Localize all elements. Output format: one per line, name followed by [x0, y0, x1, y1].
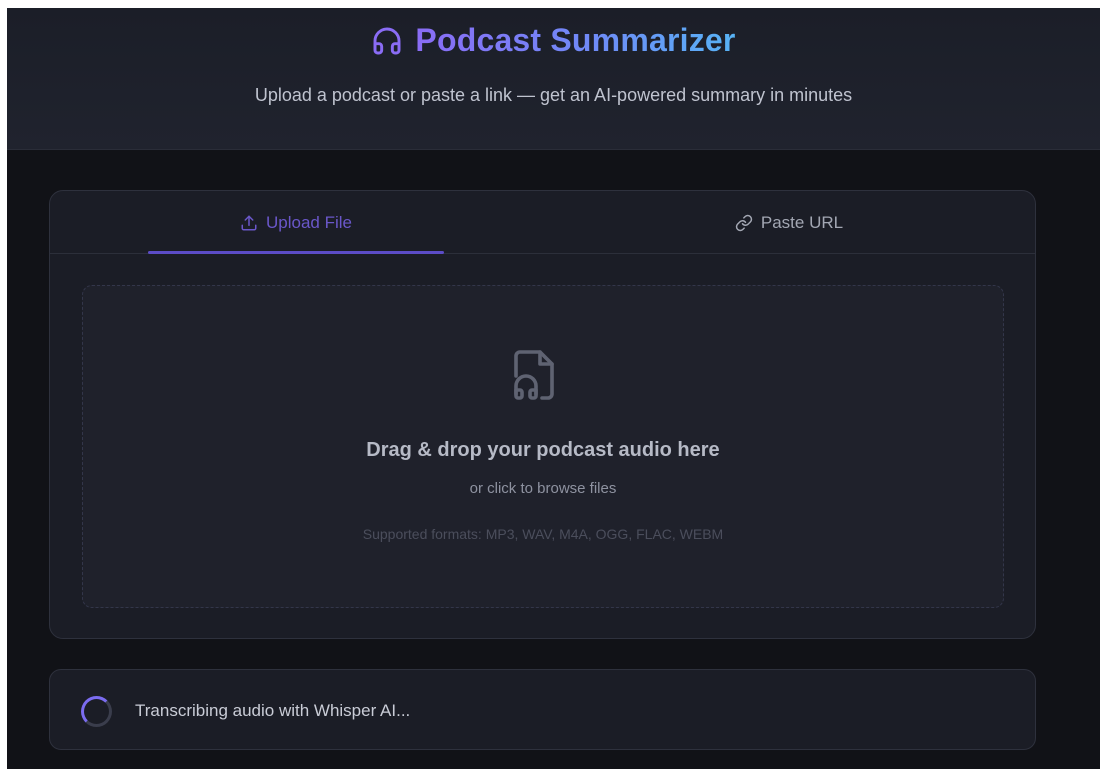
title-row: Podcast Summarizer	[7, 22, 1100, 59]
dropzone-subtitle: or click to browse files	[469, 480, 617, 497]
tab-upload-file-label: Upload File	[266, 212, 352, 232]
audio-file-icon	[514, 350, 554, 400]
status-text: Transcribing audio with Whisper AI...	[135, 701, 411, 720]
upload-icon	[241, 215, 257, 230]
tab-paste-url[interactable]: Paste URL	[641, 191, 937, 254]
page-header: Podcast Summarizer Upload a podcast or p…	[7, 8, 1100, 150]
tab-paste-url-label: Paste URL	[760, 212, 844, 232]
link-icon	[735, 214, 753, 231]
status-panel: Transcribing audio with Whisper AI...	[49, 669, 1036, 750]
input-tabs: Upload File Paste URL	[50, 191, 1035, 254]
spinner-icon	[81, 696, 112, 727]
page-title: Podcast Summarizer	[415, 22, 736, 58]
page-subtitle: Upload a podcast or paste a link — get a…	[254, 85, 853, 105]
app-window: Podcast Summarizer Upload a podcast or p…	[7, 8, 1100, 769]
file-dropzone[interactable]: Drag & drop your podcast audio here or c…	[82, 285, 1004, 608]
tab-upload-file[interactable]: Upload File	[148, 191, 444, 254]
active-tab-indicator	[148, 251, 444, 254]
headphones-icon	[373, 27, 401, 54]
supported-formats: Supported formats: MP3, WAV, M4A, OGG, F…	[362, 526, 724, 542]
dropzone-title: Drag & drop your podcast audio here	[366, 439, 720, 461]
input-card: Upload File Paste URL Drag & drop your p…	[49, 190, 1036, 639]
